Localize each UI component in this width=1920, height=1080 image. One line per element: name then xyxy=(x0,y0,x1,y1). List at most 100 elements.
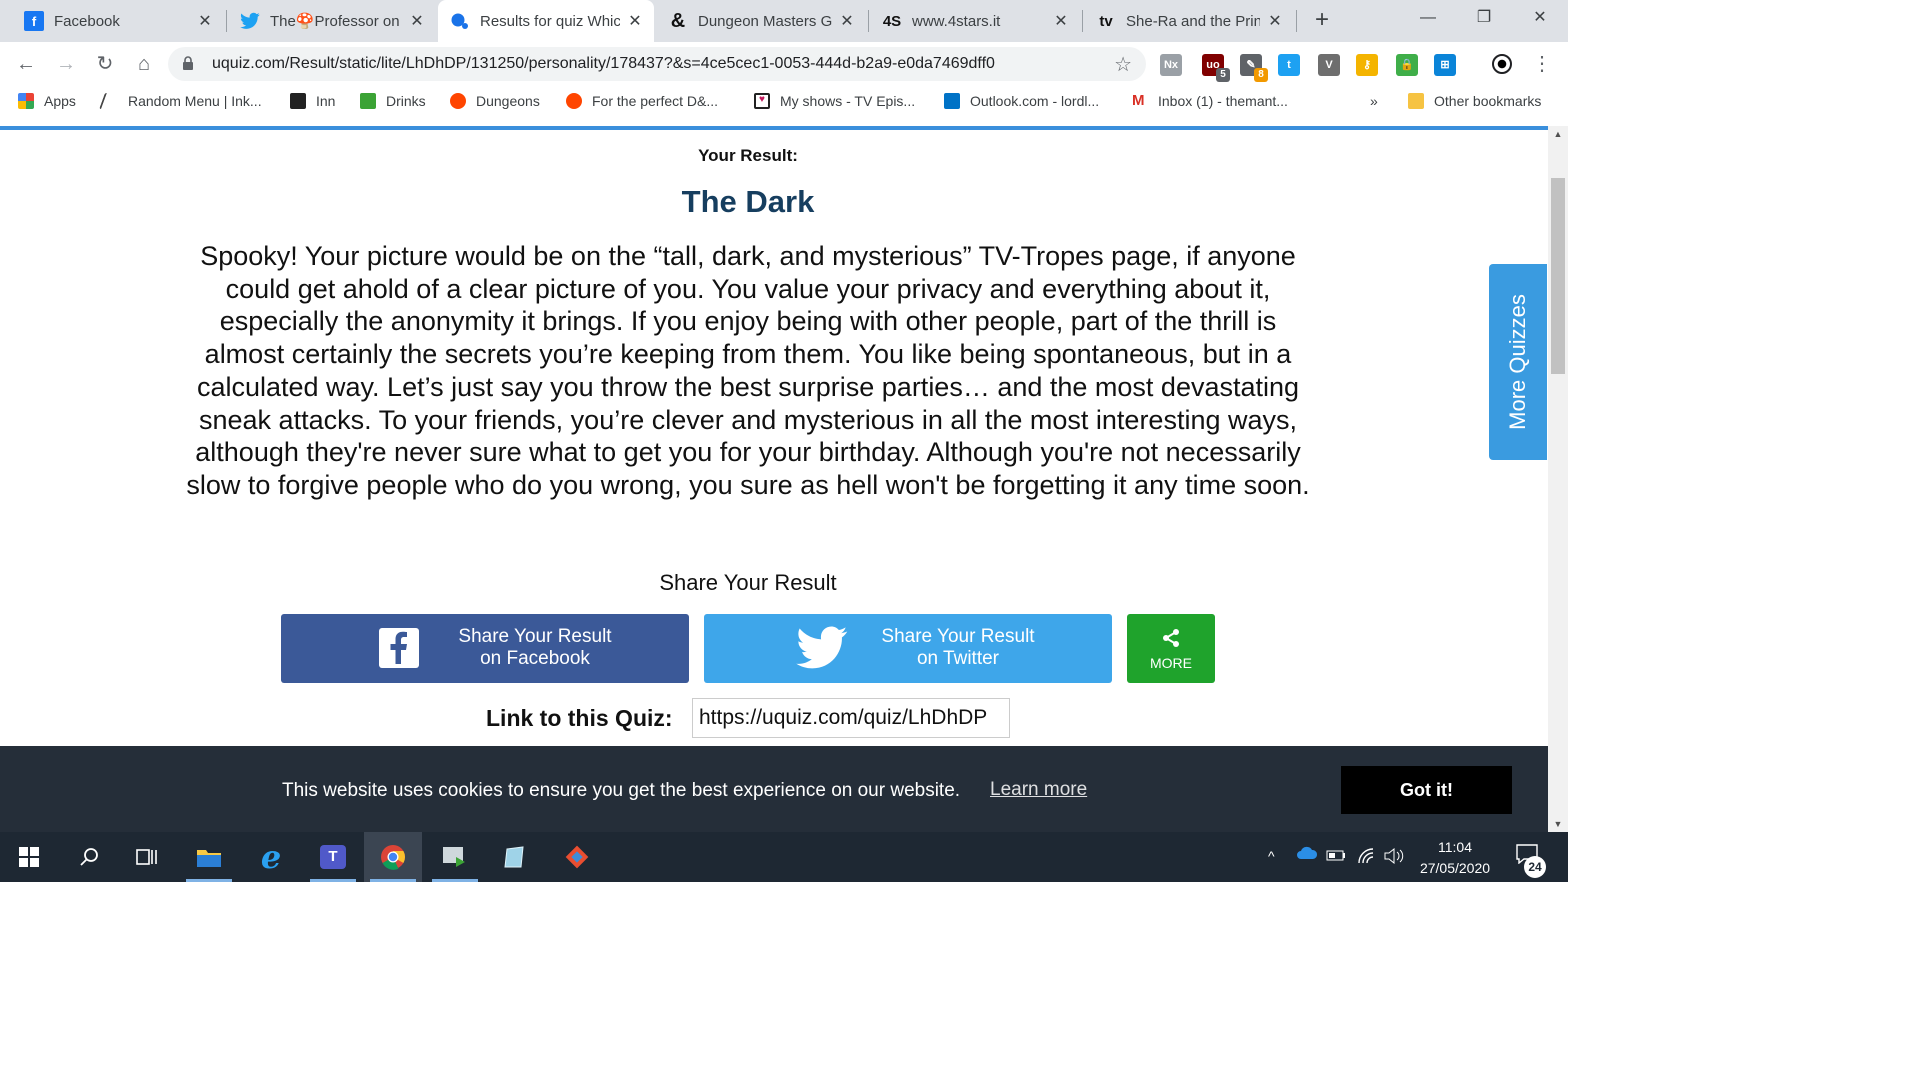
close-icon[interactable]: ✕ xyxy=(1052,11,1070,31)
tab-twitter[interactable]: The🍄Professor on Twitter ✕ xyxy=(228,0,436,42)
back-button[interactable]: ← xyxy=(12,50,40,78)
bookmarks-overflow-button[interactable]: » xyxy=(1370,93,1378,109)
outlook-icon xyxy=(944,93,960,109)
share-twitter-button[interactable]: Share Your Result on Twitter xyxy=(704,614,1112,683)
lock-icon xyxy=(183,56,193,70)
notification-center-button[interactable]: 24 xyxy=(1516,844,1546,878)
tab-4stars[interactable]: 4S www.4stars.it ✕ xyxy=(870,0,1080,42)
twitter-extension-icon[interactable]: t xyxy=(1278,54,1300,76)
bookmark-perfect-dnd[interactable]: For the perfect D&... xyxy=(566,93,718,109)
file-explorer-icon xyxy=(197,850,221,867)
minimize-button[interactable]: — xyxy=(1400,0,1456,36)
bookmark-label: Other bookmarks xyxy=(1434,93,1542,109)
tray-overflow-icon[interactable]: ^ xyxy=(1268,848,1275,864)
gmail-icon: M xyxy=(1132,92,1145,109)
bookmark-random-menu[interactable]: Random Menu | Ink... xyxy=(99,93,262,109)
windows-extension-icon[interactable]: ⊞ xyxy=(1434,54,1456,76)
bookmark-outlook[interactable]: Outlook.com - lordl... xyxy=(944,93,1099,109)
tab-title: Facebook xyxy=(54,12,120,30)
tab-title: She-Ra and the Princesses of Power xyxy=(1126,12,1260,30)
scroll-down-arrow-icon[interactable]: ▼ xyxy=(1548,816,1568,832)
teams-button[interactable]: T xyxy=(304,832,362,882)
bookmark-apps[interactable]: Apps xyxy=(18,93,76,109)
nx-extension-icon[interactable]: Nx xyxy=(1160,54,1182,76)
tab-dungeon-masters-guild[interactable]: & Dungeon Masters Guild ✕ xyxy=(656,0,866,42)
bookmark-my-shows[interactable]: ♥ My shows - TV Epis... xyxy=(754,93,915,109)
result-label: Your Result: xyxy=(698,146,798,165)
taskbar-clock[interactable]: 11:04 27/05/2020 xyxy=(1400,837,1510,879)
bookmark-inn[interactable]: Inn xyxy=(290,93,335,109)
close-icon[interactable]: ✕ xyxy=(838,11,856,31)
restore-button[interactable]: ❐ xyxy=(1456,0,1512,36)
reload-button[interactable]: ↻ xyxy=(91,50,119,78)
drinks-icon xyxy=(360,93,376,109)
bookmark-label: For the perfect D&... xyxy=(592,93,719,109)
menu-icon[interactable]: ⋮ xyxy=(1528,50,1556,78)
close-window-button[interactable]: ✕ xyxy=(1512,0,1568,36)
quiz-link-field[interactable] xyxy=(692,698,1010,738)
git-button[interactable] xyxy=(548,832,606,882)
forward-button[interactable]: → xyxy=(52,50,80,78)
taskbar-search-button[interactable] xyxy=(60,832,118,882)
cookie-banner: This website uses cookies to ensure you … xyxy=(0,746,1548,832)
cookie-message: This website uses cookies to ensure you … xyxy=(282,780,961,801)
key-extension-icon[interactable]: ⚷ xyxy=(1356,54,1378,76)
other-bookmarks[interactable]: Other bookmarks xyxy=(1408,93,1541,109)
close-icon[interactable]: ✕ xyxy=(626,11,644,31)
task-view-button[interactable] xyxy=(118,832,176,882)
tab-separator xyxy=(1082,10,1083,32)
page-scrollbar[interactable]: ▲ ▼ xyxy=(1548,126,1568,832)
address-bar[interactable]: uquiz.com/Result/static/lite/LhDhDP/1312… xyxy=(168,47,1146,81)
profile-avatar[interactable] xyxy=(1488,50,1516,78)
tab-title: The🍄Professor on Twitter xyxy=(270,13,402,30)
ublock-origin-icon[interactable]: uo 5 xyxy=(1202,54,1230,82)
internet-explorer-button[interactable]: e xyxy=(242,832,300,882)
bookmark-label: Apps xyxy=(44,93,76,109)
bookmark-star-icon[interactable]: ☆ xyxy=(1114,52,1132,77)
bookmark-inbox[interactable]: M Inbox (1) - themant... xyxy=(1132,92,1288,110)
v-extension-icon[interactable]: V xyxy=(1318,54,1340,76)
new-tab-button[interactable]: + xyxy=(1308,6,1336,34)
scroll-thumb[interactable] xyxy=(1551,178,1565,374)
tab-strip: f Facebook ✕ The🍄Professor on Twitter ✕ … xyxy=(0,0,1568,42)
reddit-icon xyxy=(450,93,466,109)
tab-separator xyxy=(1296,10,1297,32)
bookmark-drinks[interactable]: Drinks xyxy=(360,93,426,109)
tab-quiz-results[interactable]: Results for quiz Which Element ✕ xyxy=(438,0,654,42)
tab-facebook[interactable]: f Facebook ✕ xyxy=(12,0,224,42)
file-explorer-button[interactable] xyxy=(180,832,238,882)
notepad-icon xyxy=(504,846,524,868)
extension-badge: 8 xyxy=(1254,68,1268,82)
bookmark-dungeons[interactable]: Dungeons xyxy=(450,93,540,109)
task-view-icon xyxy=(136,849,157,865)
tab-she-ra[interactable]: tv She-Ra and the Princesses of Power ✕ xyxy=(1084,0,1294,42)
start-button[interactable] xyxy=(0,832,58,882)
home-button[interactable]: ⌂ xyxy=(130,50,158,78)
bookmark-label: Drinks xyxy=(386,93,426,109)
quill-icon xyxy=(99,93,121,109)
bookmarks-bar: Apps Random Menu | Ink... Inn Drinks Dun… xyxy=(0,86,1568,120)
onedrive-icon[interactable] xyxy=(1296,846,1318,863)
more-quizzes-tab[interactable]: More Quizzes xyxy=(1489,264,1547,460)
tab-title: www.4stars.it xyxy=(912,12,1001,30)
notepad-button[interactable] xyxy=(486,832,544,882)
chrome-button[interactable] xyxy=(364,832,422,882)
share-icon xyxy=(1163,629,1179,647)
4stars-icon: 4S xyxy=(882,12,902,30)
tab-separator xyxy=(226,10,227,32)
share-more-button[interactable]: MORE xyxy=(1127,614,1215,683)
lock-extension-icon[interactable]: 🔒 xyxy=(1396,54,1418,76)
pen-extension-icon[interactable]: ✎ 8 xyxy=(1240,54,1268,82)
close-icon[interactable]: ✕ xyxy=(196,11,214,31)
clock-time: 11:04 xyxy=(1438,839,1472,855)
scroll-up-arrow-icon[interactable]: ▲ xyxy=(1548,126,1568,142)
media-player-button[interactable] xyxy=(426,832,484,882)
cookie-learn-more-link[interactable]: Learn more xyxy=(990,779,1087,801)
battery-icon[interactable] xyxy=(1326,848,1346,865)
share-facebook-button[interactable]: Share Your Result on Facebook xyxy=(281,614,689,683)
wifi-icon[interactable] xyxy=(1358,848,1376,867)
inn-icon xyxy=(290,93,306,109)
close-icon[interactable]: ✕ xyxy=(408,11,426,31)
close-icon[interactable]: ✕ xyxy=(1266,11,1284,31)
cookie-accept-button[interactable]: Got it! xyxy=(1341,766,1512,814)
